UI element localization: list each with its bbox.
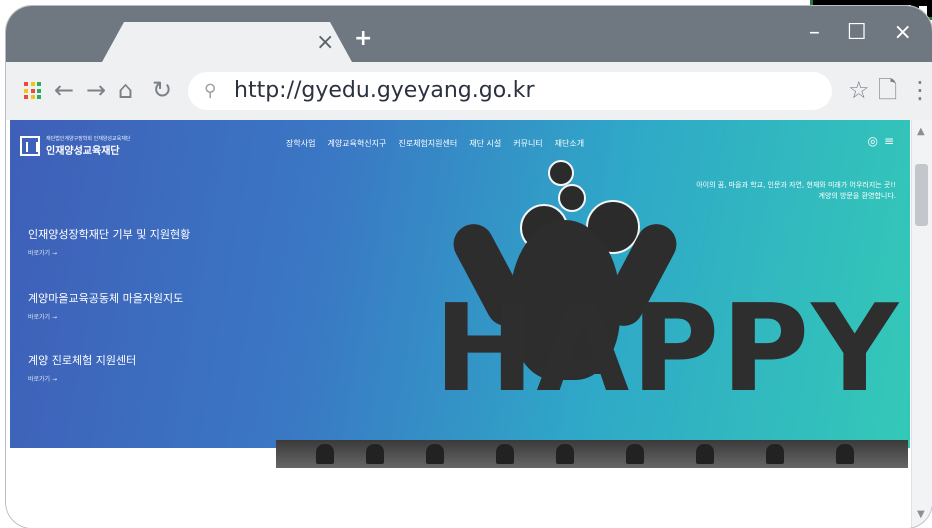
star-icon[interactable]: ☆ [848, 76, 870, 104]
scroll-thumb[interactable] [915, 164, 928, 226]
hamburger-icon[interactable]: ≡ [884, 134, 900, 148]
url-text[interactable]: http://gyedu.gyeyang.go.kr [234, 78, 535, 103]
nav-item-innovation[interactable]: 계양교육혁신지구 [327, 138, 386, 149]
apps-icon[interactable] [24, 82, 42, 100]
scroll-down-icon[interactable]: ▼ [917, 509, 925, 520]
hero-link-more[interactable]: 바로가기 → [28, 312, 183, 321]
hero-link-title: 계양마을교육공동체 마을자원지도 [28, 292, 184, 305]
nav-item-community[interactable]: 커뮤니티 [513, 138, 542, 149]
nav-item-career[interactable]: 진로체험지원센터 [398, 138, 457, 149]
browser-tab[interactable] [102, 22, 352, 62]
tab-bar: × + – ☐ × [6, 6, 932, 62]
hero-link-more[interactable]: 바로가기 → [28, 248, 190, 257]
logo-name: 인재양성교육재단 [46, 146, 120, 157]
hero-link-title: 인재양성장학재단 기부 및 지원현황 [28, 228, 191, 241]
browser-toolbar: ← → ⌂ ↻ ⚲ http://gyedu.gyeyang.go.kr ☆ 🗋… [6, 62, 932, 121]
bubble-graphic [548, 160, 574, 186]
event-photo-strip [276, 440, 908, 468]
hero-banner: 재단법인계양구장학회 인재양성교육재단 인재양성교육재단 장학사업 계양교육혁신… [10, 120, 910, 448]
logo-mark-icon [20, 136, 40, 156]
window-controls[interactable]: – ☐ × [809, 20, 922, 45]
hero-link-donation[interactable]: 인재양성장학재단 기부 및 지원현황 바로가기 → [28, 226, 190, 257]
scroll-up-icon[interactable]: ▲ [917, 126, 925, 137]
nav-item-facilities[interactable]: 재단 시설 [469, 138, 501, 149]
bubble-graphic [558, 184, 586, 212]
hero-tagline: 아이의 꿈, 마을과 학교, 인문과 자연, 현재와 미래가 어우러지는 곳!!… [696, 180, 896, 202]
tagline-line-1: 아이의 꿈, 마을과 학교, 인문과 자연, 현재와 미래가 어우러지는 곳!! [696, 181, 896, 189]
hero-link-more[interactable]: 바로가기 → [28, 374, 136, 383]
page-viewport: 재단법인계양구장학회 인재양성교육재단 인재양성교육재단 장학사업 계양교육혁신… [6, 120, 932, 528]
nav-item-about[interactable]: 재단소개 [555, 138, 584, 149]
vertical-scrollbar[interactable]: ▲ ▼ [911, 120, 932, 528]
new-tab-button[interactable]: + [354, 28, 372, 50]
page-icon[interactable]: 🗋 [878, 76, 897, 104]
hero-link-title: 계양 진로체험 지원센터 [28, 354, 137, 367]
home-icon[interactable]: ⌂ [118, 76, 133, 104]
happy-text-graphic: HAPPY [434, 280, 901, 419]
globe-icon[interactable]: ◎ [867, 134, 883, 148]
header-icons: ◎≡ [867, 134, 900, 148]
nav-item-scholarship[interactable]: 장학사업 [286, 138, 315, 149]
back-icon[interactable]: ← [54, 76, 74, 104]
search-icon: ⚲ [204, 81, 217, 101]
logo-subtitle: 재단법인계양구장학회 인재양성교육재단 [46, 136, 131, 142]
main-nav: 장학사업 계양교육혁신지구 진로체험지원센터 재단 시설 커뮤니티 재단소개 [286, 138, 584, 149]
tab-close-icon[interactable]: × [316, 32, 334, 54]
hero-link-resource-map[interactable]: 계양마을교육공동체 마을자원지도 바로가기 → [28, 290, 183, 321]
forward-icon[interactable]: → [86, 76, 106, 104]
tagline-line-2: 계양의 방문을 환영합니다. [818, 192, 896, 200]
hero-link-career-center[interactable]: 계양 진로체험 지원센터 바로가기 → [28, 352, 136, 383]
more-icon[interactable]: ⋮ [908, 76, 932, 104]
address-bar[interactable]: ⚲ http://gyedu.gyeyang.go.kr [188, 72, 832, 110]
browser-window: × + – ☐ × ← → ⌂ ↻ ⚲ http://gyedu.gyeyang… [6, 6, 932, 528]
reload-icon[interactable]: ↻ [152, 76, 172, 104]
